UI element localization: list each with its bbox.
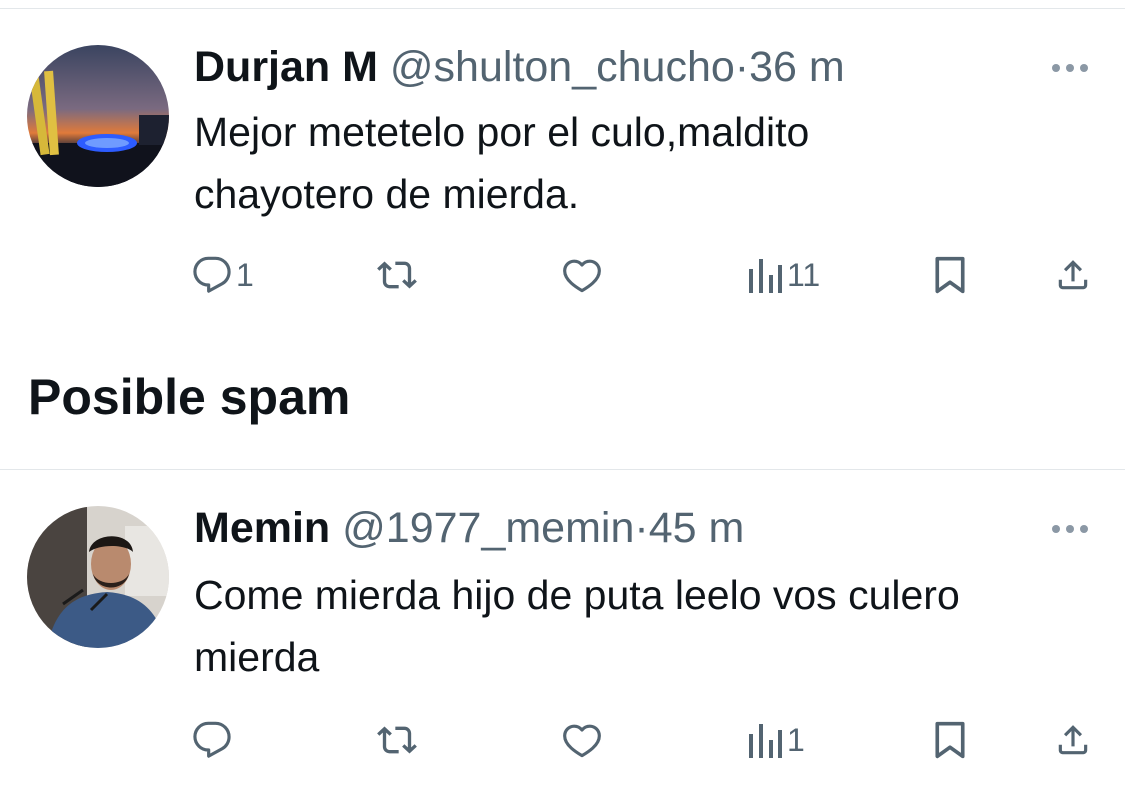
retweet-button[interactable] xyxy=(376,720,418,760)
share-button[interactable] xyxy=(1054,720,1092,760)
tweet-text-line: Mejor metetelo por el culo,maldito xyxy=(194,109,810,155)
bookmark-button[interactable] xyxy=(932,720,968,760)
share-button[interactable] xyxy=(1054,255,1092,295)
tweet-text: Mejor metetelo por el culo,maldito chayo… xyxy=(194,101,1104,225)
display-name[interactable]: Durjan M xyxy=(194,43,378,91)
tweet-text-line: mierda xyxy=(194,634,320,680)
more-horizontal-icon xyxy=(1052,525,1088,533)
separator-dot: · xyxy=(634,504,649,552)
view-count: 11 xyxy=(787,257,821,293)
views-bar-chart-icon xyxy=(749,259,782,293)
tweet-text-line: chayotero de mierda. xyxy=(194,171,580,217)
avatar[interactable] xyxy=(27,506,169,648)
more-horizontal-icon xyxy=(1052,64,1088,72)
reply-button[interactable]: 1 xyxy=(192,255,254,295)
retweet-icon xyxy=(377,261,417,289)
reply-bubble-icon xyxy=(193,721,231,758)
tweet-2[interactable]: Memin @1977_memin·45 m Come mierda hijo … xyxy=(0,470,1125,790)
heart-icon xyxy=(563,259,601,293)
section-title: Posible spam xyxy=(28,369,351,425)
retweet-button[interactable] xyxy=(376,255,418,295)
like-button[interactable] xyxy=(562,720,602,760)
avatar[interactable] xyxy=(27,45,169,187)
views-bar-chart-icon xyxy=(749,724,782,758)
bookmark-button[interactable] xyxy=(932,255,968,295)
tweet-1[interactable]: Durjan M @shulton_chucho·36 m Mejor mete… xyxy=(0,0,1125,340)
views-button[interactable]: 1 xyxy=(747,720,805,760)
share-upload-icon xyxy=(1058,260,1088,290)
heart-icon xyxy=(563,724,601,758)
bookmark-icon xyxy=(935,256,965,294)
reply-button[interactable] xyxy=(192,720,236,760)
reply-count: 1 xyxy=(236,257,254,293)
tweet-header: Durjan M @shulton_chucho·36 m xyxy=(194,42,845,92)
more-button[interactable] xyxy=(1046,519,1094,539)
timestamp[interactable]: 36 m xyxy=(749,43,845,91)
retweet-icon xyxy=(377,726,417,754)
separator-dot: · xyxy=(734,43,750,91)
user-handle[interactable]: @1977_memin xyxy=(342,504,634,552)
reply-bubble-icon xyxy=(193,256,231,293)
views-button[interactable]: 11 xyxy=(747,255,820,295)
user-handle[interactable]: @shulton_chucho xyxy=(390,43,735,91)
tweet-header: Memin @1977_memin·45 m xyxy=(194,503,744,553)
sunset-waterfront-avatar-icon xyxy=(27,45,169,187)
share-upload-icon xyxy=(1058,725,1088,755)
person-portrait-avatar-icon xyxy=(27,506,169,648)
view-count: 1 xyxy=(787,722,805,758)
display-name[interactable]: Memin xyxy=(194,504,330,552)
like-button[interactable] xyxy=(562,255,602,295)
bookmark-icon xyxy=(935,721,965,759)
tweet-text: Come mierda hijo de puta leelo vos culer… xyxy=(194,564,1104,688)
more-button[interactable] xyxy=(1046,58,1094,78)
tweet-text-line: Come mierda hijo de puta leelo vos culer… xyxy=(194,572,960,618)
timestamp[interactable]: 45 m xyxy=(649,504,745,552)
